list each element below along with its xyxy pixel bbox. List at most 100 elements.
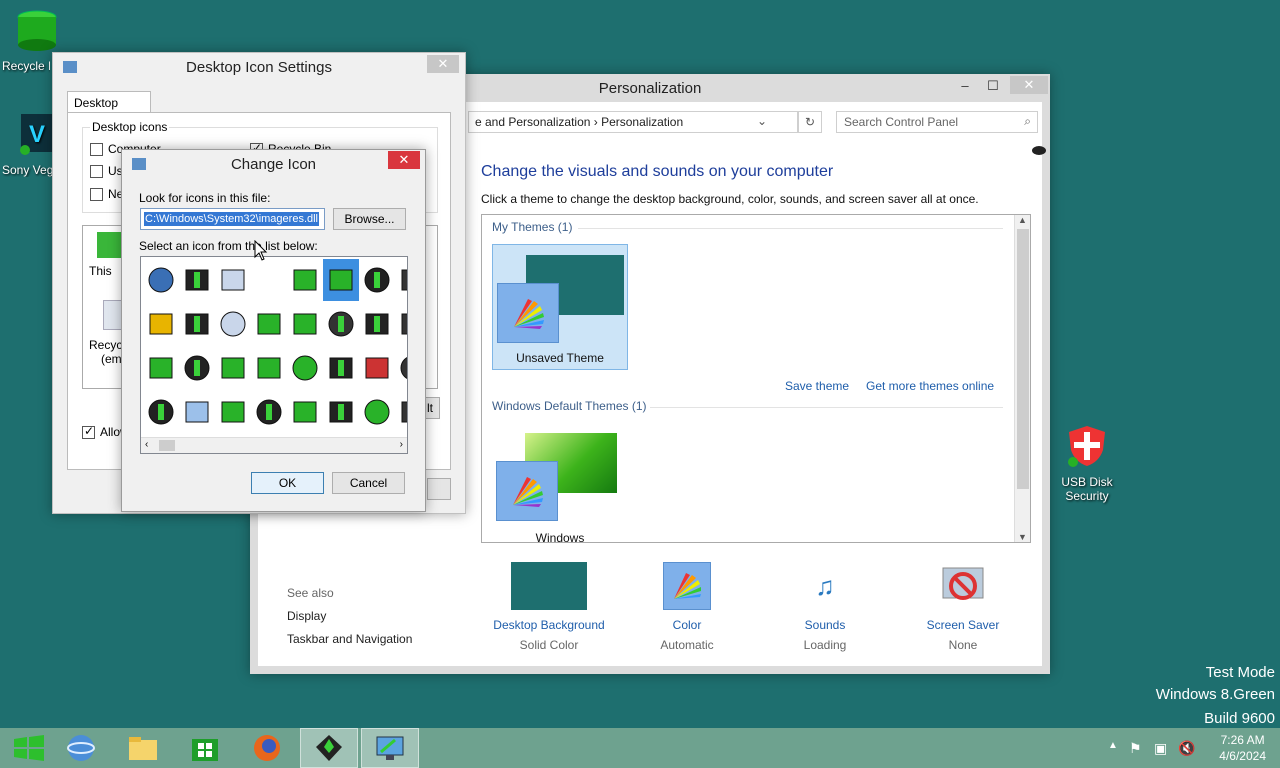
maximize-button[interactable]: ☐ [980, 76, 1006, 96]
checkbox[interactable] [90, 143, 103, 157]
icon-option[interactable] [251, 259, 287, 301]
color-item[interactable]: Color Automatic [622, 562, 752, 652]
minimize-button[interactable]: – [952, 76, 978, 96]
taskbar-app[interactable] [300, 728, 358, 768]
tab-desktop-icons[interactable]: Desktop Icons [67, 91, 151, 124]
taskbar-store[interactable] [176, 728, 234, 768]
horizontal-scrollbar[interactable]: ‹ › [141, 437, 407, 453]
icon-option[interactable] [323, 391, 359, 433]
refresh-button[interactable]: ↻ [798, 111, 822, 133]
icon-option[interactable] [359, 259, 395, 301]
icon-option[interactable] [323, 303, 359, 345]
icon-option[interactable] [179, 347, 215, 389]
save-theme-link[interactable]: Save theme [785, 379, 849, 393]
scroll-right-icon[interactable]: › [400, 439, 403, 450]
scroll-down-icon[interactable]: ▼ [1015, 532, 1030, 542]
network-icon[interactable]: ▣ [1154, 740, 1167, 757]
icon-option[interactable] [287, 391, 323, 433]
scroll-thumb[interactable] [159, 440, 175, 451]
sounds-item[interactable]: ♫ Sounds Loading [760, 562, 890, 652]
search-input[interactable]: Search Control Panel ⌕ [836, 111, 1038, 133]
scroll-up-icon[interactable]: ▲ [1015, 215, 1030, 225]
icon-list[interactable]: ‹ › [140, 256, 408, 454]
close-button[interactable]: ✕ [427, 55, 459, 73]
icon-option[interactable] [179, 391, 215, 433]
icon-option[interactable] [143, 347, 179, 389]
screen-saver-item[interactable]: Screen Saver None [898, 562, 1028, 652]
icon-option[interactable] [179, 259, 215, 301]
icon-option[interactable] [143, 391, 179, 433]
icon-option[interactable] [323, 259, 359, 301]
icon-option[interactable] [395, 347, 407, 389]
action-center-flag-icon[interactable]: ⚑ [1129, 740, 1142, 757]
clock[interactable]: 7:26 AM 4/6/2024 [1219, 732, 1266, 764]
scroll-thumb[interactable] [1017, 229, 1029, 489]
show-hidden-icons[interactable]: ▲ [1108, 740, 1118, 751]
icon-option[interactable] [143, 303, 179, 345]
icon-option[interactable] [395, 259, 407, 301]
icon-option[interactable] [395, 391, 407, 433]
icon-option[interactable] [359, 303, 395, 345]
checkbox[interactable] [90, 188, 103, 202]
search-icon: ⌕ [1024, 114, 1031, 128]
file-path-input[interactable]: C:\Windows\System32\imageres.dll [140, 208, 325, 230]
icon-option[interactable] [251, 391, 287, 433]
address-bar[interactable]: e and Personalization › Personalization … [468, 111, 798, 133]
taskbar-file-explorer[interactable] [114, 728, 172, 768]
theme-unsaved[interactable]: Unsaved Theme [492, 244, 628, 370]
icon-option[interactable] [179, 303, 215, 345]
cancel-button[interactable]: Cancel [332, 472, 405, 494]
taskbar-personalization[interactable] [361, 728, 419, 768]
icon-glyph [401, 401, 407, 423]
icon-glyph [257, 313, 281, 335]
icon-option[interactable] [359, 347, 395, 389]
checkbox-network[interactable]: Ne [90, 187, 123, 202]
icon-option[interactable] [287, 347, 323, 389]
browse-button[interactable]: Browse... [333, 208, 406, 230]
help-icon[interactable] [1032, 146, 1046, 155]
taskbar-ie[interactable] [52, 728, 110, 768]
icon-option[interactable] [251, 347, 287, 389]
ok-button[interactable]: OK [251, 472, 324, 494]
volume-muted-icon[interactable]: 🔇 [1178, 740, 1195, 757]
theme-windows[interactable]: Windows [492, 427, 628, 542]
titlebar: Change Icon ✕ [122, 150, 425, 178]
checkbox[interactable] [90, 165, 103, 179]
select-icon-label: Select an icon from the list below: [139, 239, 318, 253]
icon-option[interactable] [215, 391, 251, 433]
chevron-down-icon[interactable]: ⌄ [757, 114, 767, 128]
close-button[interactable]: ✕ [388, 151, 420, 169]
display-link[interactable]: Display [287, 609, 326, 623]
checkbox[interactable] [82, 424, 95, 440]
recycle-label: Recyc [89, 338, 123, 352]
checkbox-users[interactable]: Us [90, 164, 123, 179]
desktop-background-label: Desktop Background [493, 618, 605, 632]
taskbar-firefox[interactable] [238, 728, 296, 768]
vertical-scrollbar[interactable]: ▲ ▼ [1014, 215, 1030, 542]
icon-option[interactable] [323, 347, 359, 389]
desktop-background-item[interactable]: Desktop Background Solid Color [484, 562, 614, 652]
start-button[interactable] [0, 728, 58, 768]
address-text: e and Personalization › Personalization [475, 115, 684, 129]
icon-option[interactable] [251, 303, 287, 345]
theme-list[interactable]: My Themes (1) Unsaved Theme Save theme G… [481, 214, 1031, 543]
icon-option[interactable] [287, 303, 323, 345]
change-icon-dialog: Change Icon ✕ Look for icons in this fil… [121, 149, 426, 512]
icon-option[interactable] [359, 391, 395, 433]
scroll-left-icon[interactable]: ‹ [145, 439, 148, 450]
icon-glyph [364, 399, 390, 425]
icon-option[interactable] [395, 303, 407, 345]
get-more-themes-link[interactable]: Get more themes online [866, 379, 994, 393]
desktop-icon-usb-disk-security[interactable]: USB Disk Security [1052, 424, 1122, 503]
screen-saver-label: Screen Saver [926, 618, 1000, 632]
apply-button[interactable] [427, 478, 451, 500]
icon-option[interactable] [143, 259, 179, 301]
close-button[interactable]: ✕ [1010, 76, 1048, 94]
taskbar-navigation-link[interactable]: Taskbar and Navigation [287, 632, 412, 646]
icon-option[interactable] [287, 259, 323, 301]
icon-glyph [221, 357, 245, 379]
icon-option[interactable] [215, 347, 251, 389]
icon-option[interactable] [215, 303, 251, 345]
app-icon [316, 735, 342, 761]
icon-option[interactable] [215, 259, 251, 301]
